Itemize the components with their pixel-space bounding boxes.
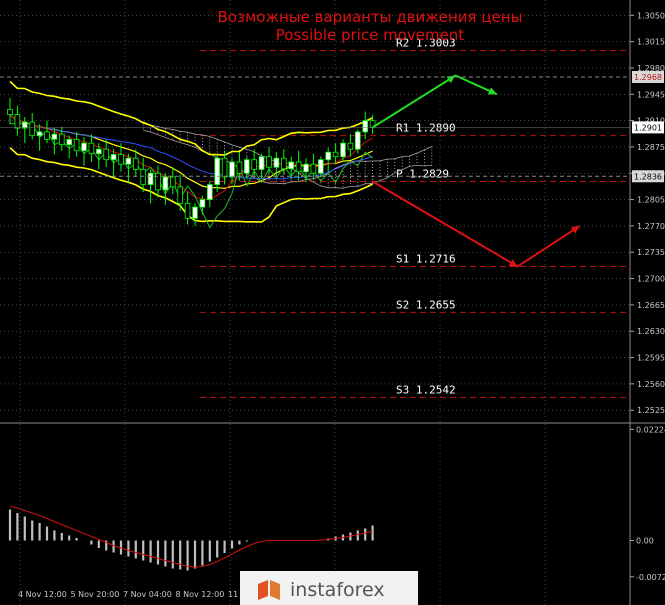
line-lower-label: 1.2836	[634, 172, 662, 181]
candle-body	[280, 157, 287, 170]
candle-body	[88, 142, 95, 155]
oscillator-tick-label: 0.02224	[636, 425, 665, 434]
candle-body	[36, 131, 43, 137]
candle-body	[295, 161, 302, 173]
candle-body	[258, 156, 265, 170]
candle-body	[7, 108, 13, 115]
price-tick-label: 1.2945	[637, 90, 665, 99]
price-tick-label: 1.2595	[637, 354, 665, 363]
candle-body	[229, 161, 235, 178]
candle-body	[155, 172, 161, 191]
candle-body	[118, 154, 124, 165]
price-tick-label: 1.2630	[637, 327, 665, 336]
oscillator-tick-label: -0.00726	[636, 573, 665, 582]
candle-body	[81, 142, 87, 152]
candle-body	[140, 169, 147, 185]
candle-body	[66, 139, 73, 146]
price-tick-label: 1.2700	[637, 275, 665, 284]
candle-body	[273, 157, 280, 168]
candle-body	[14, 114, 21, 129]
candle-body	[51, 133, 58, 140]
price-panel	[0, 0, 630, 423]
pivot-label-p: P 1.2829	[396, 168, 449, 181]
current-price-label: 1.2901	[634, 123, 662, 132]
pivot-label-r1: R1 1.2890	[396, 122, 456, 135]
candle-body	[340, 142, 346, 158]
candle-body	[59, 133, 65, 146]
oscillator-tick-label: 0.00	[636, 537, 654, 546]
candle-body	[110, 154, 117, 161]
candle-body	[362, 120, 368, 133]
candle-body	[29, 121, 35, 137]
chart-subtitle: Possible price movement	[276, 26, 465, 44]
time-tick-label: 7 Nov 04:00	[123, 590, 172, 599]
candle-body	[162, 176, 169, 191]
chart-title: Возможные варианты движения цены	[218, 8, 523, 26]
candle-body	[184, 202, 191, 219]
price-tick-label: 1.3050	[637, 11, 665, 20]
candle-body	[325, 151, 331, 161]
candle-body	[236, 161, 243, 174]
candle-body	[310, 163, 317, 174]
price-tick-label: 1.2770	[637, 222, 665, 231]
time-tick-label: 5 Nov 20:00	[71, 590, 120, 599]
time-tick-label: 8 Nov 12:00	[176, 590, 225, 599]
candle-body	[317, 159, 324, 174]
candle-body	[103, 148, 110, 161]
candle-body	[332, 151, 339, 158]
candle-body	[177, 186, 184, 204]
candle-body	[266, 156, 272, 168]
price-tick-label: 1.2665	[637, 301, 665, 310]
candle-body	[354, 131, 361, 150]
candle-body	[303, 163, 309, 173]
price-tick-label: 1.3015	[637, 38, 665, 47]
brand-name: instaforex	[290, 579, 385, 601]
candle-body	[125, 157, 132, 165]
time-tick-label: 4 Nov 12:00	[18, 590, 67, 599]
price-tick-label: 1.2805	[637, 196, 665, 205]
pivot-label-s2: S2 1.2655	[396, 298, 456, 311]
price-tick-label: 1.2875	[637, 143, 665, 152]
candle-body	[243, 159, 250, 174]
instaforex-watermark: instaforex	[240, 571, 418, 605]
candle-body	[132, 157, 139, 170]
candle-body	[214, 157, 221, 185]
candle-body	[199, 199, 206, 208]
candle-body	[251, 159, 258, 170]
candle-body	[221, 157, 228, 178]
pivot-label-s1: S1 1.2716	[396, 253, 456, 266]
candle-body	[347, 142, 354, 150]
candle-body	[206, 184, 213, 200]
price-tick-label: 1.2735	[637, 248, 665, 257]
candle-body	[169, 176, 176, 188]
candle-body	[288, 161, 294, 170]
candle-body	[44, 131, 50, 140]
price-tick-label: 1.2560	[637, 380, 665, 389]
line-upper-label: 1.2968	[634, 73, 662, 82]
candle-body	[192, 206, 198, 219]
trading-chart: R2 1.3003R1 1.2890P 1.2829S1 1.2716S2 1.…	[0, 0, 665, 605]
price-tick-label: 1.2525	[637, 406, 665, 415]
candle-body	[96, 148, 102, 155]
candle-body	[147, 172, 154, 185]
candle-body	[73, 139, 80, 152]
pivot-label-s3: S3 1.2542	[396, 383, 456, 396]
